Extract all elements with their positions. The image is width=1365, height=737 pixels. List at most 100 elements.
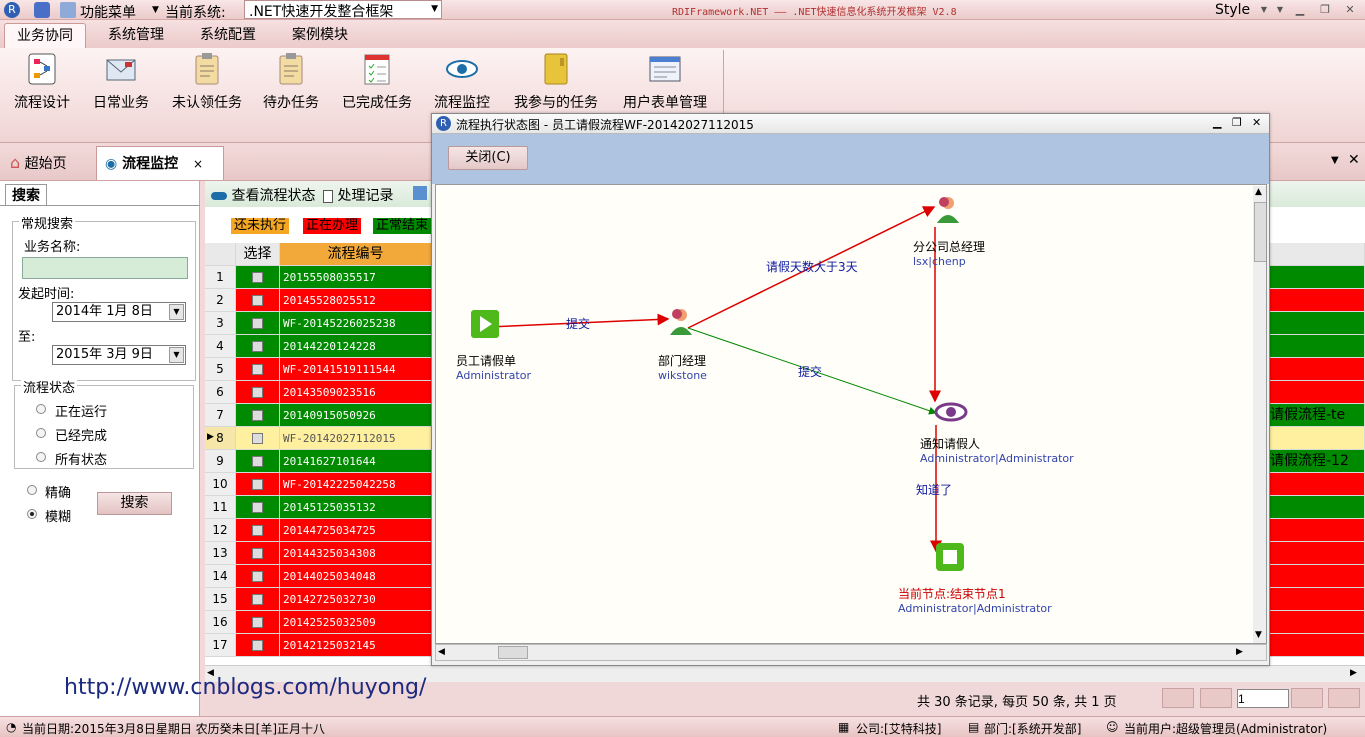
row-checkbox-cell[interactable] — [236, 565, 280, 588]
header-select[interactable]: 选择 — [236, 243, 280, 266]
row-checkbox-cell[interactable] — [236, 519, 280, 542]
end-node-icon[interactable] — [936, 543, 964, 571]
arrow-down-icon[interactable]: ▼ — [1255, 630, 1262, 640]
my-tasks-button[interactable]: 我参与的任务 — [510, 52, 602, 112]
row-checkbox[interactable] — [252, 479, 263, 490]
row-checkbox-cell[interactable] — [236, 404, 280, 427]
style-menu[interactable]: Style — [1215, 2, 1250, 18]
process-design-button[interactable]: 流程设计 — [10, 52, 74, 112]
row-checkbox-cell[interactable] — [236, 542, 280, 565]
tab-case-module[interactable]: 案例模块 — [280, 23, 360, 48]
status-all-radio[interactable] — [36, 452, 46, 462]
unclaimed-task-button[interactable]: 未认领任务 — [168, 52, 246, 112]
row-checkbox[interactable] — [252, 295, 263, 306]
row-checkbox[interactable] — [252, 640, 263, 651]
view-status-button[interactable]: 查看流程状态 — [211, 185, 315, 205]
tab-search[interactable]: 搜索 — [5, 184, 47, 206]
row-checkbox[interactable] — [252, 387, 263, 398]
tab-home[interactable]: ⌂ 超始页 — [2, 146, 92, 180]
user-form-button[interactable]: 用户表单管理 — [618, 52, 712, 112]
corner-cell[interactable] — [205, 243, 236, 266]
menu-icon[interactable] — [60, 2, 76, 18]
start-node[interactable]: 员工请假单 Administrator — [456, 352, 531, 382]
row-checkbox-cell[interactable] — [236, 496, 280, 519]
row-checkbox[interactable] — [252, 548, 263, 559]
system-select[interactable]: .NET快速开发整合框架 ▼ — [244, 0, 442, 20]
minimize-icon[interactable]: ▁ — [1293, 3, 1307, 16]
dept-manager-node[interactable]: 部门经理 wikstone — [658, 352, 707, 382]
row-checkbox-cell[interactable] — [236, 289, 280, 312]
row-checkbox-cell[interactable] — [236, 634, 280, 657]
row-checkbox-cell[interactable] — [236, 335, 280, 358]
chevron-down-icon[interactable]: ▼ — [1273, 3, 1287, 16]
restore-icon[interactable]: ❐ — [1318, 3, 1332, 16]
dialog-title-bar[interactable]: R 流程执行状态图 - 员工请假流程WF-20142027112015 ▁ ❐ … — [432, 114, 1269, 134]
row-checkbox[interactable] — [252, 594, 263, 605]
arrow-right-icon[interactable]: ▶ — [1350, 668, 1357, 678]
users-icon[interactable] — [34, 2, 50, 18]
status-running-radio[interactable] — [36, 404, 46, 414]
row-checkbox-cell[interactable] — [236, 266, 280, 289]
close-icon[interactable]: ✕ — [1343, 3, 1357, 16]
end-date-picker[interactable]: 2015年 3月 9日 ▼ — [52, 345, 186, 365]
arrow-up-icon[interactable]: ▲ — [1255, 187, 1262, 197]
notify-node[interactable]: 通知请假人 Administrator|Administrator — [920, 435, 1074, 465]
next-page-button[interactable] — [1291, 688, 1323, 708]
row-checkbox-cell[interactable] — [236, 473, 280, 496]
row-checkbox-cell[interactable] — [236, 611, 280, 634]
row-checkbox[interactable] — [252, 272, 263, 283]
eye-icon[interactable] — [934, 401, 968, 423]
fuzzy-radio[interactable] — [27, 509, 37, 519]
row-checkbox[interactable] — [252, 433, 263, 444]
row-checkbox[interactable] — [252, 456, 263, 467]
arrow-right-icon[interactable]: ▶ — [1236, 647, 1243, 657]
user-icon[interactable] — [668, 307, 694, 335]
last-page-button[interactable] — [1328, 688, 1360, 708]
chevron-down-icon[interactable]: ▼ — [1331, 155, 1339, 166]
row-checkbox[interactable] — [252, 525, 263, 536]
start-date-picker[interactable]: 2014年 1月 8日 ▼ — [52, 302, 186, 322]
export-icon[interactable] — [413, 186, 427, 200]
row-checkbox-cell[interactable] — [236, 358, 280, 381]
scroll-thumb[interactable] — [1254, 202, 1266, 262]
page-input[interactable] — [1237, 689, 1289, 708]
records-button[interactable]: 处理记录 — [323, 185, 393, 205]
user-icon[interactable] — [935, 195, 961, 223]
row-checkbox-cell[interactable] — [236, 381, 280, 404]
diagram-horizontal-scrollbar[interactable]: ◀ ▶ — [435, 644, 1267, 661]
header-code[interactable]: 流程编号 — [280, 243, 432, 266]
row-checkbox[interactable] — [252, 341, 263, 352]
tab-system-config[interactable]: 系统配置 — [188, 23, 268, 48]
tab-system-management[interactable]: 系统管理 — [96, 23, 176, 48]
completed-task-button[interactable]: 已完成任务 — [338, 52, 416, 112]
daily-business-button[interactable]: 日常业务 — [90, 52, 152, 112]
arrow-left-icon[interactable]: ◀ — [438, 647, 445, 657]
minimize-icon[interactable]: ▁ — [1213, 116, 1221, 129]
process-monitor-button[interactable]: 流程监控 — [430, 52, 494, 112]
start-node-icon[interactable] — [471, 310, 499, 338]
row-checkbox[interactable] — [252, 318, 263, 329]
scroll-thumb[interactable] — [498, 646, 528, 659]
tab-process-monitor[interactable]: ◉ 流程监控 × — [96, 146, 224, 180]
end-node[interactable]: 当前节点:结束节点1 Administrator|Administrator — [898, 585, 1052, 615]
close-button[interactable]: 关闭(C) — [448, 146, 528, 170]
row-checkbox[interactable] — [252, 364, 263, 375]
close-icon[interactable]: ✕ — [1348, 152, 1360, 168]
row-checkbox[interactable] — [252, 502, 263, 513]
row-checkbox-cell[interactable] — [236, 450, 280, 473]
chevron-down-icon[interactable]: ▼ — [152, 5, 159, 15]
tab-business[interactable]: 业务协同 — [4, 23, 86, 48]
chevron-down-icon[interactable]: ▼ — [1257, 3, 1271, 16]
row-checkbox-cell[interactable] — [236, 312, 280, 335]
first-page-button[interactable] — [1162, 688, 1194, 708]
prev-page-button[interactable] — [1200, 688, 1232, 708]
row-checkbox[interactable] — [252, 571, 263, 582]
row-checkbox-cell[interactable] — [236, 427, 280, 450]
diagram-vertical-scrollbar[interactable]: ▲ ▼ — [1253, 186, 1266, 643]
row-checkbox-cell[interactable] — [236, 588, 280, 611]
row-checkbox[interactable] — [252, 617, 263, 628]
restore-icon[interactable]: ❐ — [1232, 116, 1242, 129]
close-icon[interactable]: × — [193, 157, 203, 171]
close-icon[interactable]: ✕ — [1252, 116, 1261, 129]
search-button[interactable]: 搜索 — [97, 492, 172, 515]
